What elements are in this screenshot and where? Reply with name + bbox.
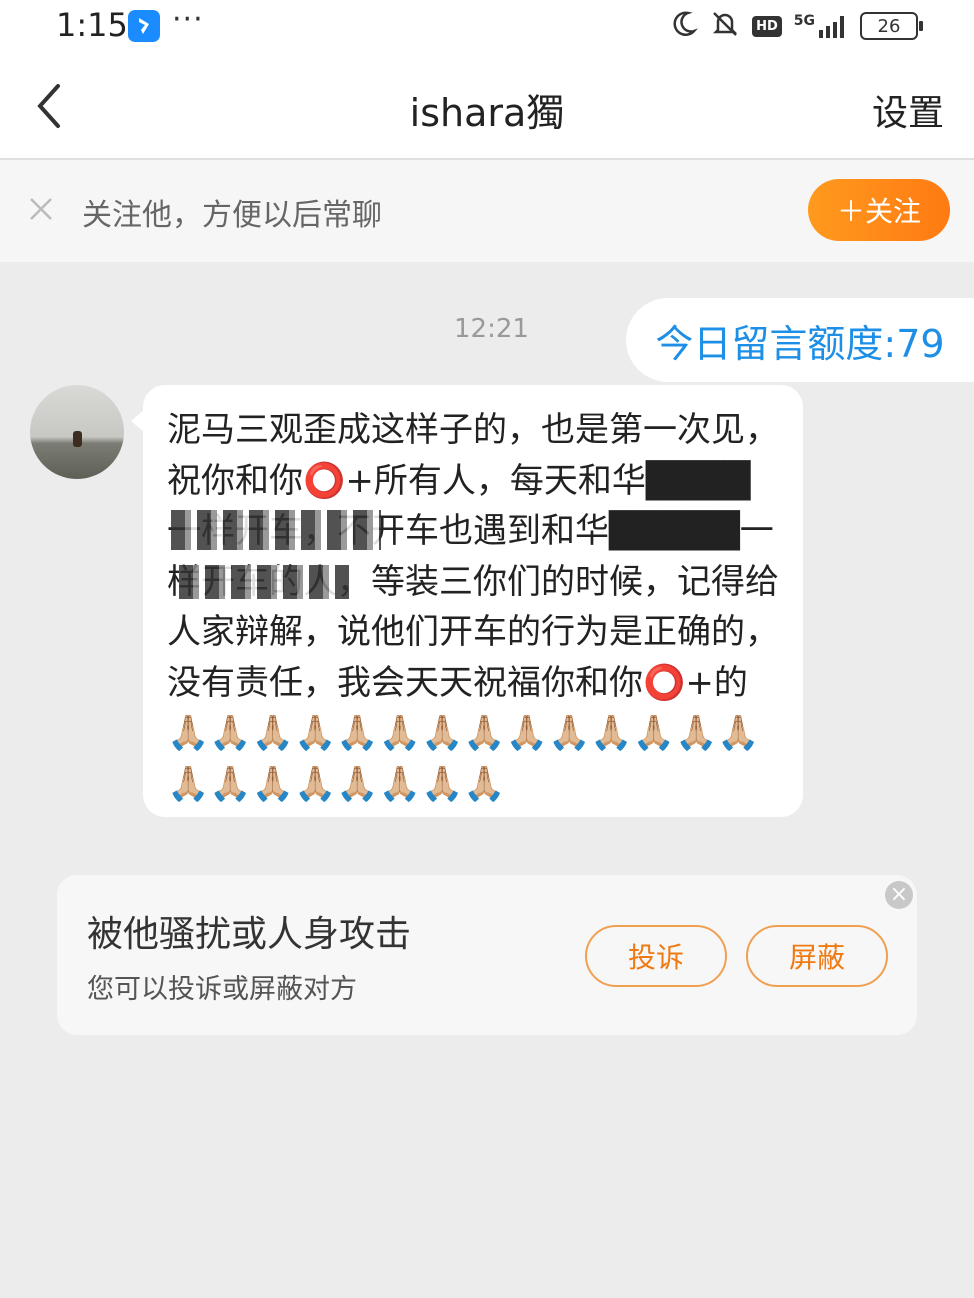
signal-icon: 5G xyxy=(794,14,848,38)
status-bar: 1:15 ··· HD 5G 26 xyxy=(0,0,974,54)
redaction-mark xyxy=(171,510,381,550)
page-title: ishara獨 xyxy=(409,91,565,135)
moon-icon xyxy=(668,9,699,43)
close-icon[interactable]: × xyxy=(885,881,913,909)
message-bubble[interactable]: 泥马三观歪成这样子的，也是第一次见，祝你和你⭕+所有人，每天和华████一样开车… xyxy=(131,385,803,817)
redaction-mark xyxy=(179,565,349,599)
bell-muted-icon xyxy=(710,9,740,43)
app-icon xyxy=(128,10,160,42)
follow-hint-text: 关注他，方便以后常聊 xyxy=(82,198,382,233)
avatar[interactable] xyxy=(30,385,124,479)
network-type: 5G xyxy=(793,13,815,29)
status-time: 1:15 xyxy=(56,6,128,44)
message-text: 泥马三观歪成这样子的，也是第一次见，祝你和你⭕+所有人，每天和华████一样开车… xyxy=(167,410,779,804)
block-button[interactable]: 屏蔽 xyxy=(746,925,888,987)
follow-button[interactable]: ＋关注 xyxy=(808,179,950,241)
status-icons: HD 5G 26 xyxy=(668,8,923,44)
follow-banner: 关注他，方便以后常聊 ＋关注 xyxy=(0,160,974,262)
hd-icon: HD xyxy=(752,15,782,37)
chat-header: ishara獨 设置 xyxy=(0,54,974,160)
card-title: 被他骚扰或人身攻击 xyxy=(87,914,412,955)
message-quota-badge: 今日留言额度:79 xyxy=(626,298,974,382)
card-subtitle: 您可以投诉或屏蔽对方 xyxy=(87,974,357,1005)
settings-button[interactable]: 设置 xyxy=(872,84,944,136)
close-icon[interactable] xyxy=(26,194,56,224)
message-timestamp: 12:21 xyxy=(454,314,529,344)
avatar-figure xyxy=(73,431,82,447)
battery-icon: 26 xyxy=(860,12,923,40)
report-button[interactable]: 投诉 xyxy=(585,925,727,987)
more-notifications-icon: ··· xyxy=(172,2,204,37)
harassment-card: 被他骚扰或人身攻击 您可以投诉或屏蔽对方 投诉 屏蔽 × xyxy=(57,875,917,1035)
battery-level: 26 xyxy=(877,15,901,37)
